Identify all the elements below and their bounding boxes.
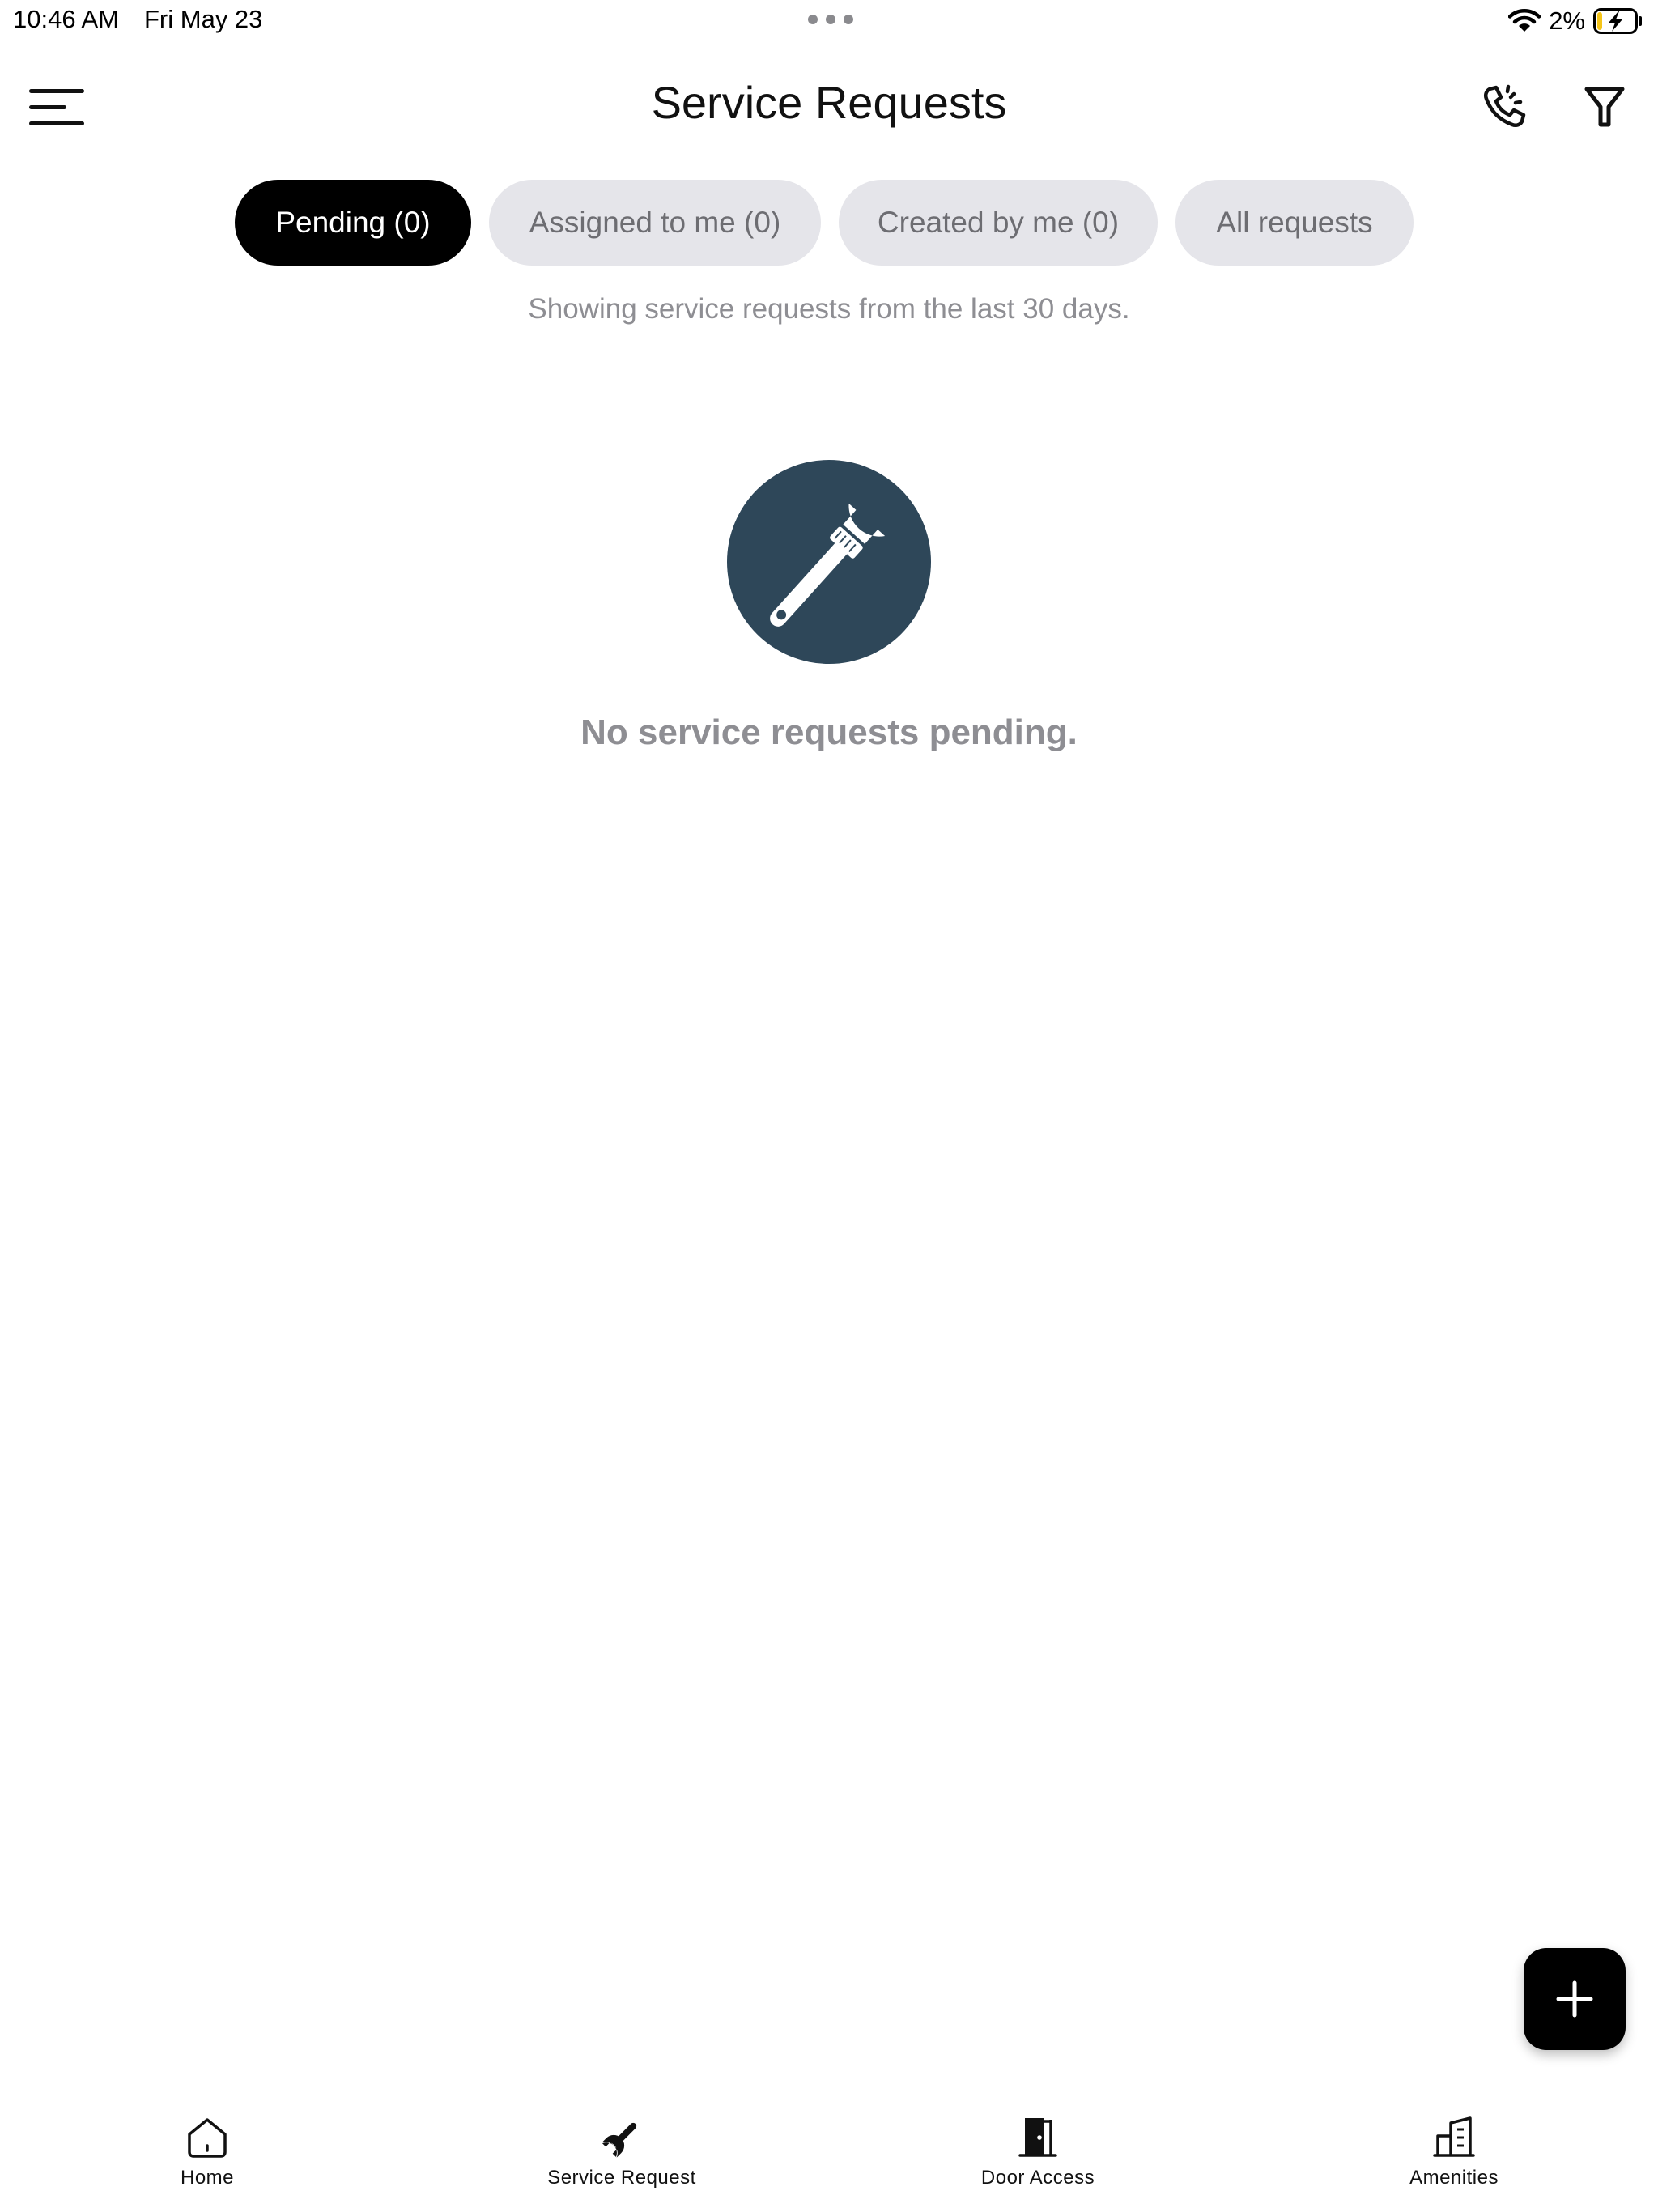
- wrench-icon: [602, 2122, 637, 2158]
- nav-door-access-label: Door Access: [980, 2167, 1095, 2189]
- request-filter-tabs: Pending (0) Assigned to me (0) Created b…: [235, 180, 1414, 266]
- bottom-nav: Home Service Request Door Access Ameniti…: [0, 2081, 1658, 2212]
- battery-percent: 2%: [1549, 6, 1585, 35]
- nav-door-access[interactable]: Door Access: [916, 2081, 1159, 2212]
- wrench-icon: [770, 503, 886, 627]
- tab-all-requests[interactable]: All requests: [1175, 180, 1414, 266]
- filter-icon: [1584, 87, 1625, 127]
- plus-icon: [1556, 1980, 1593, 2018]
- page-title: Service Requests: [651, 77, 1007, 128]
- nav-amenities[interactable]: Amenities: [1333, 2081, 1575, 2212]
- status-date: Fri May 23: [144, 5, 263, 33]
- tab-pending[interactable]: Pending (0): [235, 180, 471, 266]
- nav-service-request[interactable]: Service Request: [500, 2081, 743, 2212]
- nav-service-request-label: Service Request: [547, 2167, 696, 2189]
- header: Service Requests: [0, 42, 1658, 172]
- building-icon: [1433, 2116, 1475, 2157]
- empty-state-badge: [727, 460, 931, 664]
- battery-charging-icon: [1593, 8, 1642, 34]
- nav-amenities-label: Amenities: [1409, 2167, 1499, 2189]
- call-button[interactable]: [1478, 81, 1530, 133]
- tab-assigned-to-me[interactable]: Assigned to me (0): [489, 180, 821, 266]
- door-icon: [1018, 2118, 1057, 2157]
- home-icon: [188, 2118, 227, 2158]
- nav-home[interactable]: Home: [86, 2081, 329, 2212]
- status-indicators: 2%: [1508, 5, 1643, 37]
- tab-created-by-me[interactable]: Created by me (0): [839, 180, 1158, 266]
- status-time: 10:46 AM: [13, 5, 119, 33]
- date-range-note: Showing service requests from the last 3…: [528, 293, 1130, 325]
- multitasking-dots-icon[interactable]: [808, 15, 853, 24]
- status-bar: 10:46 AM Fri May 23 2%: [0, 0, 1658, 42]
- add-request-button[interactable]: [1524, 1948, 1626, 2050]
- phone-call-icon: [1483, 84, 1526, 128]
- filter-button[interactable]: [1579, 81, 1630, 133]
- wifi-icon: [1508, 9, 1541, 32]
- nav-home-label: Home: [180, 2167, 235, 2189]
- empty-state-message: No service requests pending.: [580, 713, 1078, 752]
